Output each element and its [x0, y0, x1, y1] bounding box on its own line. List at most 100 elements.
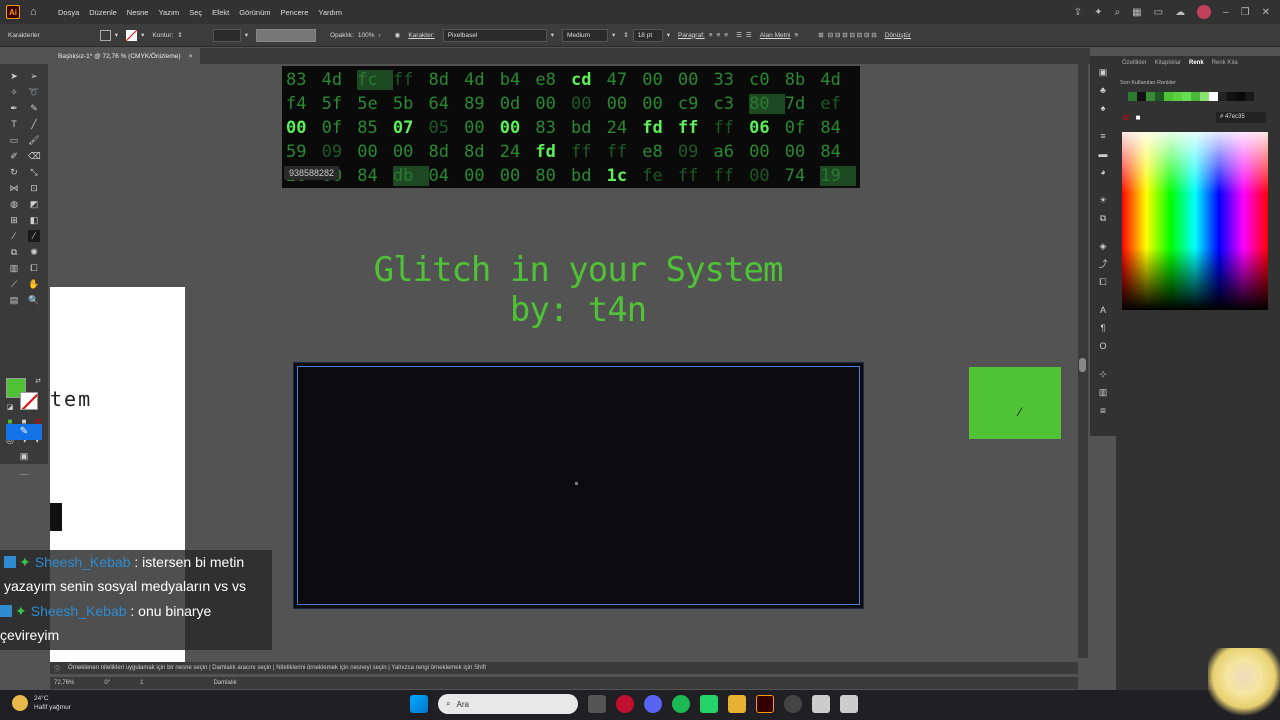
document-tab[interactable]: Başlıksız-1* @ 72,76 % (CMYK/Önizleme) ×	[50, 48, 201, 64]
list-icon[interactable]: ☰	[746, 31, 752, 39]
wand-icon[interactable]: ✦	[1094, 7, 1102, 18]
avatar[interactable]	[1197, 5, 1212, 19]
mesh-tool-icon[interactable]: ⊞	[8, 214, 20, 226]
paragraph-icon[interactable]: ¶	[1097, 322, 1109, 334]
transform-label[interactable]: Dönüştür	[885, 32, 911, 39]
menu-pencere[interactable]: Pencere	[280, 8, 308, 17]
tab-properties[interactable]: Özellikler	[1122, 60, 1147, 66]
chevron-down-icon[interactable]: ▾	[141, 31, 144, 39]
edit-toolbar-button[interactable]: ✎	[6, 424, 42, 440]
pathfinder-icon[interactable]: ⧈	[1097, 404, 1109, 416]
whatsapp-icon[interactable]	[700, 695, 718, 713]
variable-width-field[interactable]	[256, 28, 317, 42]
recent-swatch[interactable]	[1200, 92, 1209, 101]
illustrator-icon[interactable]	[756, 695, 774, 713]
stroke-label[interactable]: Kontur:	[152, 32, 173, 39]
stepper-icon[interactable]: ⇕	[177, 31, 182, 39]
tab-color-guide[interactable]: Renk Kıla	[1212, 60, 1238, 66]
hand-tool-icon[interactable]: ✋	[28, 278, 40, 290]
default-colors-icon[interactable]: ◪	[4, 402, 16, 414]
eraser-tool-icon[interactable]: ⌫	[28, 150, 41, 162]
white-color-icon[interactable]: ■	[1132, 112, 1144, 124]
eyedropper-active-icon[interactable]: ⁄	[28, 230, 40, 242]
recent-swatch[interactable]	[1128, 92, 1137, 101]
stroke-weight-field[interactable]	[212, 28, 241, 42]
stepper-icon[interactable]: ⇕	[623, 31, 628, 39]
arrange-icon[interactable]: ▦	[1132, 7, 1141, 18]
rectangle-tool-icon[interactable]: ▭	[8, 134, 20, 146]
chevron-down-icon[interactable]: ▾	[612, 31, 615, 39]
none-color-icon[interactable]: ⊘	[1120, 112, 1132, 124]
artboard-title[interactable]: Glitch in your System by: t4n	[330, 250, 826, 330]
chevron-down-icon[interactable]: ▾	[245, 31, 248, 39]
chevron-down-icon[interactable]: ▾	[115, 31, 118, 39]
menu-efekt[interactable]: Efekt	[212, 8, 229, 17]
shape-builder-tool-icon[interactable]: ◍	[8, 198, 20, 210]
live-paint-tool-icon[interactable]: ◩	[28, 198, 40, 210]
character-label[interactable]: Karakter:	[408, 32, 434, 39]
artboard-number[interactable]: 1	[140, 680, 143, 686]
recent-swatch[interactable]	[1209, 92, 1218, 101]
chevron-right-icon[interactable]: ›	[378, 32, 380, 39]
menu-yazim[interactable]: Yazım	[158, 8, 179, 17]
artboards-icon[interactable]: ⧠	[1097, 276, 1109, 288]
fill-swatch[interactable]	[99, 29, 111, 41]
recent-swatch[interactable]	[1236, 92, 1245, 101]
font-family-field[interactable]: Pixelbasel	[442, 28, 547, 42]
close-tab-icon[interactable]: ×	[189, 53, 193, 60]
stroke-panel-icon[interactable]: ≡	[1097, 130, 1109, 142]
font-size-field[interactable]: 18 pt	[632, 28, 663, 42]
recent-swatch[interactable]	[1137, 92, 1146, 101]
recent-swatch[interactable]	[1146, 92, 1155, 101]
layers-icon[interactable]: ◈	[1097, 240, 1109, 252]
gradient-panel-icon[interactable]: ▬	[1097, 148, 1109, 160]
type-tool-icon[interactable]: T	[8, 118, 20, 130]
lasso-tool-icon[interactable]: ➰	[28, 86, 40, 98]
print-tiling-icon[interactable]: ▤	[8, 294, 20, 306]
rotation-field[interactable]: 0°	[104, 680, 110, 686]
align-panel-icon[interactable]: ▥	[1097, 386, 1109, 398]
gradient-tool-icon[interactable]: ◧	[28, 214, 40, 226]
cloud-icon[interactable]: ☁	[1175, 7, 1185, 18]
tab-libraries[interactable]: Kitaplıklar	[1155, 60, 1181, 66]
graph-tool-icon[interactable]: ▥	[8, 262, 20, 274]
zoom-tool-icon[interactable]: 🔍	[28, 294, 40, 306]
color-spectrum[interactable]	[1122, 132, 1268, 310]
pen-tool-icon[interactable]: ✒	[8, 102, 20, 114]
start-icon[interactable]	[410, 695, 428, 713]
libraries-icon[interactable]: ♣	[1097, 84, 1109, 96]
selection-tool-icon[interactable]: ➤	[8, 70, 20, 82]
recent-swatch[interactable]	[1218, 92, 1227, 101]
app-icon[interactable]	[812, 695, 830, 713]
restore-icon[interactable]: ❐	[1241, 7, 1250, 18]
list-icon[interactable]: ☰	[736, 31, 742, 39]
font-style-field[interactable]: Medium	[561, 28, 608, 42]
minimize-icon[interactable]: –	[1223, 7, 1229, 18]
swap-colors-icon[interactable]: ⇄	[32, 376, 44, 388]
screen-mode-icon[interactable]: ▣	[18, 450, 30, 462]
chevron-down-icon[interactable]: ▾	[667, 31, 670, 39]
graphic-styles-icon[interactable]: ⧉	[1097, 212, 1109, 224]
properties-icon[interactable]: ▣	[1097, 66, 1109, 78]
close-icon[interactable]: ✕	[1262, 7, 1270, 18]
recent-swatch[interactable]	[1155, 92, 1164, 101]
stroke-swatch[interactable]	[126, 29, 138, 41]
artboard-tool-icon[interactable]: ⧠	[28, 262, 40, 274]
stroke-color-swatch[interactable]	[20, 392, 38, 410]
direct-selection-tool-icon[interactable]: ➢	[28, 70, 40, 82]
home-icon[interactable]: ⌂	[30, 6, 42, 18]
app-icon[interactable]	[840, 695, 858, 713]
recent-swatch[interactable]	[1191, 92, 1200, 101]
discord-icon[interactable]	[644, 695, 662, 713]
rotate-tool-icon[interactable]: ↻	[8, 166, 20, 178]
recent-swatch[interactable]	[1164, 92, 1173, 101]
green-rectangle[interactable]: ⁄	[969, 367, 1061, 439]
opacity-label[interactable]: Opaklık:	[330, 32, 354, 39]
symbol-sprayer-tool-icon[interactable]: ✺	[28, 246, 40, 258]
hex-color-input[interactable]: # 47ec35	[1216, 112, 1266, 123]
tab-color[interactable]: Renk	[1189, 60, 1204, 66]
width-tool-icon[interactable]: ⋈	[8, 182, 20, 194]
line-tool-icon[interactable]: ╱	[28, 118, 40, 130]
dark-text-frame[interactable]	[293, 362, 864, 609]
recent-swatch[interactable]	[1227, 92, 1236, 101]
